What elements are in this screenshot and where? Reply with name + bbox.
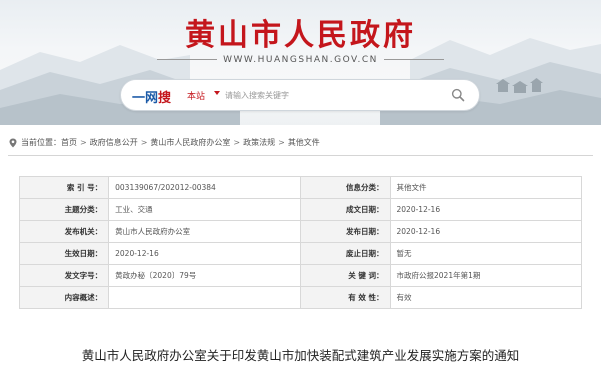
meta-value-validity: 有效 [389, 286, 583, 309]
breadcrumb-separator: > [278, 138, 285, 147]
chevron-down-icon[interactable] [214, 91, 220, 95]
search-scope-dropdown[interactable]: 本站 [187, 89, 205, 102]
meta-label-summary: 内容概述： [18, 286, 110, 309]
meta-value-topic: 工业、交通 [108, 198, 302, 221]
breadcrumb-separator: > [140, 138, 148, 147]
meta-label-repeal-date: 废止日期： [300, 242, 391, 265]
meta-label-category: 信息分类： [300, 176, 391, 199]
table-row: 索 引 号： 003139067/202012-00384 信息分类： 其他文件 [18, 176, 583, 199]
breadcrumb-item-other-docs[interactable]: 其他文件 [288, 137, 320, 148]
meta-label-issuer: 发布机关： [18, 220, 110, 243]
breadcrumb: 当前位置： 首页 > 政府信息公开 > 黄山市人民政府办公室 > 政策法规 > … [0, 135, 601, 151]
meta-label-doc-number: 发文字号： [18, 264, 110, 287]
table-row: 主题分类： 工业、交通 成文日期： 2020-12-16 [18, 198, 583, 221]
meta-value-doc-number: 黄政办秘〔2020〕79号 [108, 264, 302, 287]
meta-value-category: 其他文件 [389, 176, 583, 199]
meta-label-written-date: 成文日期： [300, 198, 391, 221]
header-banner: 黄山市人民政府 WWW.HUANGSHAN.GOV.CN 一网搜 本站 [0, 0, 601, 125]
breadcrumb-item-home[interactable]: 首页 [61, 137, 77, 148]
search-brand-prefix: 一网 [132, 91, 159, 106]
divider-line-left [157, 59, 218, 60]
meta-label-publish-date: 发布日期： [300, 220, 391, 243]
meta-label-validity: 有 效 性： [300, 286, 391, 309]
breadcrumb-item-gov-info[interactable]: 政府信息公开 [90, 137, 138, 148]
search-icon[interactable] [451, 88, 465, 102]
meta-value-keywords: 市政府公报2021年第1期 [389, 264, 583, 287]
meta-label-keywords: 关 键 词： [300, 264, 391, 287]
breadcrumb-item-policy[interactable]: 政策法规 [243, 137, 275, 148]
search-brand-suffix: 搜 [158, 91, 172, 106]
table-row: 发文字号： 黄政办秘〔2020〕79号 关 键 词： 市政府公报2021年第1期 [18, 264, 583, 287]
meta-value-repeal-date: 暂无 [389, 242, 583, 265]
table-row: 生效日期： 2020-12-16 废止日期： 暂无 [18, 242, 583, 265]
location-icon [9, 138, 17, 147]
site-url: WWW.HUANGSHAN.GOV.CN [223, 55, 378, 65]
search-input[interactable] [225, 87, 445, 103]
site-title: 黄山市人民政府 [185, 18, 416, 53]
breadcrumb-separator: > [80, 138, 87, 147]
breadcrumb-item-office[interactable]: 黄山市人民政府办公室 [150, 137, 230, 148]
meta-value-effective-date: 2020-12-16 [108, 242, 302, 265]
table-row: 内容概述： 有 效 性： 有效 [18, 286, 583, 309]
table-row: 发布机关： 黄山市人民政府办公室 发布日期： 2020-12-16 [18, 220, 583, 243]
meta-value-written-date: 2020-12-16 [389, 198, 583, 221]
document-metadata-table: 索 引 号： 003139067/202012-00384 信息分类： 其他文件… [18, 176, 583, 309]
search-bar: 一网搜 本站 [120, 79, 480, 111]
document-title: 黄山市人民政府办公室关于印发黄山市加快装配式建筑产业发展实施方案的通知 [81, 348, 520, 363]
meta-label-topic: 主题分类： [18, 198, 110, 221]
meta-value-issuer: 黄山市人民政府办公室 [108, 220, 302, 243]
meta-value-index-number: 003139067/202012-00384 [108, 176, 302, 199]
meta-label-index-number: 索 引 号： [18, 176, 110, 199]
breadcrumb-prefix: 当前位置： [21, 138, 61, 147]
site-url-line: WWW.HUANGSHAN.GOV.CN [0, 55, 601, 65]
divider-line-right [383, 59, 444, 60]
meta-label-effective-date: 生效日期： [18, 242, 110, 265]
breadcrumb-separator: > [233, 138, 241, 147]
meta-value-publish-date: 2020-12-16 [389, 220, 583, 243]
meta-value-summary [108, 286, 302, 309]
breadcrumb-divider [8, 155, 593, 156]
search-brand-logo: 一网搜 [132, 87, 171, 106]
